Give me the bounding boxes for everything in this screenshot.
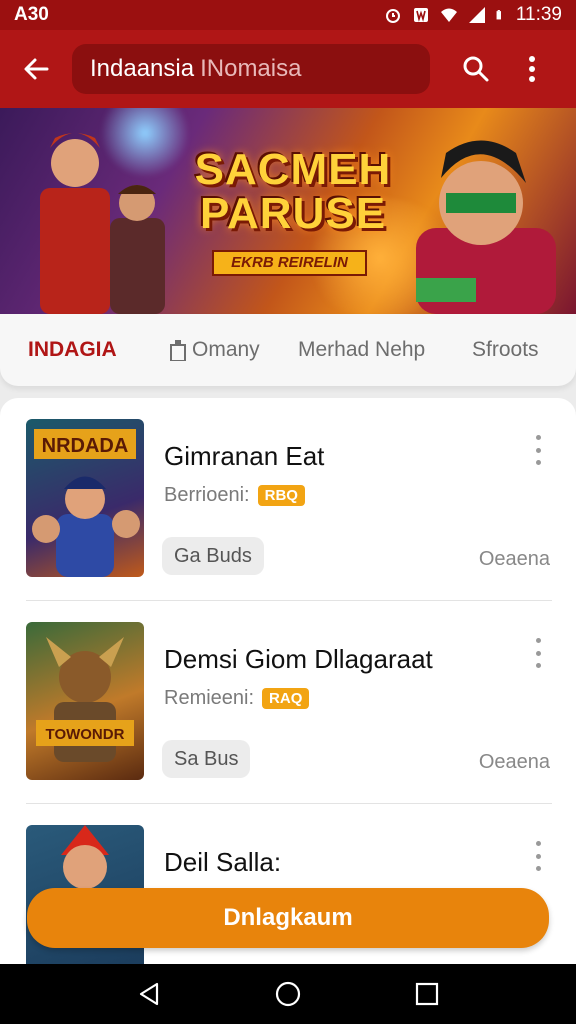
tab-label: Omany [192,338,260,361]
promo-banner[interactable]: SACMEH PARUSE EKRB REIRELIN [0,108,576,314]
item-subtitle-text: Berrioeni: [164,484,250,506]
back-button[interactable] [0,30,72,108]
signal-icon [468,7,485,23]
battery-icon [496,10,501,20]
app-bar: Indaansia INomaisa [0,30,576,108]
download-button[interactable]: Dnlagkaum [27,888,549,948]
game-thumbnail: TOWONDR [26,622,144,780]
tab-label: Sfroots [472,338,539,361]
item-title: Gimranan Eat [164,441,325,471]
hero-left-illustration [40,133,165,314]
item-subtitle: Remieeni: RAQ [164,687,310,710]
game-list: NRDADA Gimranan Eat Berrioeni: RBQ Ga Bu… [0,398,576,964]
home-circle-icon [275,981,301,1007]
more-vert-icon[interactable] [528,435,548,465]
item-status: Oeaena [478,548,550,570]
more-vert-icon[interactable] [528,841,548,871]
search-button[interactable] [448,30,504,108]
thumbnail-art: NRDADA [32,429,140,577]
status-left-text: A30 [14,4,49,25]
search-field[interactable]: Indaansia INomaisa [72,44,430,94]
tab-omany[interactable]: Omany [168,314,260,386]
thumb-title: NRDADA [42,435,129,457]
thumb-title: TOWONDR [46,726,125,743]
notification-icon [413,8,428,22]
banner-ribbon: EKRB REIRELIN [212,250,367,276]
search-text: Indaansia [90,55,195,82]
list-item[interactable]: NRDADA Gimranan Eat Berrioeni: RBQ Ga Bu… [0,398,576,600]
tab-sfroots[interactable]: Sfroots [472,314,539,386]
item-subtitle-text: Remieeni: [164,687,255,709]
search-icon [463,56,489,82]
banner-title-line1: SACMEH [194,145,392,194]
banner-title: SACMEH PARUSE [188,148,398,236]
back-triangle-icon [140,982,159,1006]
alarm-icon [385,9,400,23]
system-nav-bar [0,964,576,1024]
more-options-button[interactable] [504,30,560,108]
back-arrow-icon [24,58,49,80]
item-chip[interactable]: Sa Bus [162,740,251,778]
nav-home-button[interactable] [258,964,318,1024]
wifi-icon [440,8,457,22]
nav-recents-button[interactable] [397,964,457,1024]
item-chip[interactable]: Ga Buds [162,537,264,575]
nav-back-button[interactable] [119,964,179,1024]
hero-right-illustration [416,140,556,314]
search-subtext: INomaisa [200,55,302,82]
rating-badge: RAQ [262,688,310,709]
list-item[interactable]: TOWONDR Demsi Giom Dllagaraat Remieeni: … [0,601,576,803]
item-subtitle: Berrioeni: RBQ [164,484,305,507]
more-vert-icon[interactable] [528,638,548,668]
more-vert-icon [529,56,535,82]
item-title: Demsi Giom Dllagaraat [164,644,433,674]
tab-label: Merhad Nehp [298,338,426,361]
status-icons: 11:39 [384,4,562,26]
rating-badge: RBQ [257,485,305,506]
tab-indagia[interactable]: INDAGIA [28,314,117,386]
status-bar: A30 11:39 [0,0,576,30]
tab-label: INDAGIA [28,338,117,361]
banner-title-line2: PARUSE [199,189,387,238]
category-tabs: INDAGIA Omany Merhad Nehp Sfroots [0,314,576,386]
recents-square-icon [415,982,438,1006]
game-thumbnail: NRDADA [26,419,144,577]
building-icon [170,340,186,361]
item-title: Deil Salla: [164,847,282,877]
thumbnail-art: TOWONDR [36,637,134,762]
item-status: Oeaena [478,751,550,773]
tab-merhad-nehp[interactable]: Merhad Nehp [298,314,425,386]
status-time: 11:39 [515,4,562,25]
